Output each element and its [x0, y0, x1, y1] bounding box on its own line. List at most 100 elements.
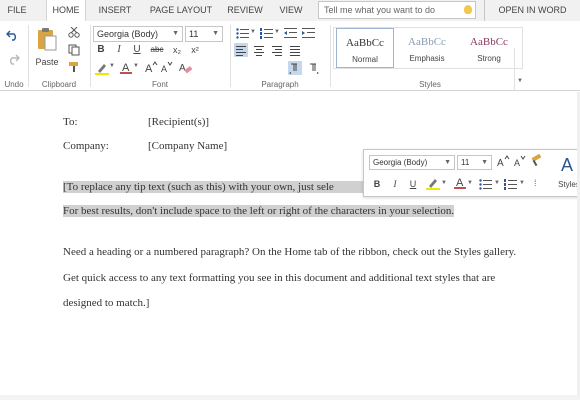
chevron-down-icon[interactable]: ▼: [519, 180, 525, 186]
company-placeholder[interactable]: [Company Name]: [148, 140, 227, 152]
mini-font-size-dropdown[interactable]: 11 ▼: [457, 155, 492, 170]
grow-font-icon[interactable]: A: [144, 61, 158, 75]
grow-font-icon[interactable]: A: [496, 155, 510, 169]
highlighter-icon[interactable]: [426, 178, 440, 190]
svg-text:A: A: [561, 155, 573, 175]
paste-icon[interactable]: [37, 27, 57, 51]
font-color-icon[interactable]: A: [453, 176, 467, 190]
styles-gallery: AaBbCc Normal AaBbCc Emphasis AaBbCc Str…: [333, 27, 523, 69]
open-in-word-button[interactable]: OPEN IN WORD: [484, 0, 580, 21]
tell-me-placeholder: Tell me what you want to do: [324, 5, 436, 15]
format-painter-icon[interactable]: [68, 61, 80, 73]
format-painter-icon[interactable]: [530, 154, 544, 168]
more-icon[interactable]: ⁞: [534, 178, 537, 188]
styles-group: AaBbCc Normal AaBbCc Emphasis AaBbCc Str…: [330, 21, 530, 91]
clipboard-group: Paste Clipboard: [28, 21, 90, 91]
superscript-button[interactable]: x²: [188, 43, 202, 57]
mini-font-size-value: 11: [461, 158, 470, 167]
style-name: Strong: [477, 54, 501, 63]
style-emphasis[interactable]: AaBbCc Emphasis: [398, 28, 456, 68]
font-group-label: Font: [151, 80, 168, 89]
recipient-placeholder[interactable]: [Recipient(s)]: [148, 116, 209, 128]
align-right-button[interactable]: [270, 43, 284, 57]
shrink-font-icon[interactable]: A: [513, 155, 527, 169]
status-strip: [0, 395, 580, 400]
body-text-line-3[interactable]: designed to match.]: [63, 297, 149, 309]
font-size-dropdown[interactable]: 11 ▼: [185, 26, 223, 42]
highlighter-icon[interactable]: [95, 63, 109, 75]
bullets-icon[interactable]: [236, 28, 250, 39]
body-text-line-2[interactable]: Get quick access to any text formatting …: [63, 272, 495, 284]
numbering-icon[interactable]: [504, 179, 518, 190]
tab-view[interactable]: VIEW: [273, 0, 309, 21]
decrease-indent-icon[interactable]: [284, 28, 298, 39]
chevron-down-icon[interactable]: ▼: [133, 63, 139, 69]
increase-indent-icon[interactable]: [302, 28, 316, 39]
tip-text-line-2[interactable]: For best results, don't include space to…: [63, 205, 455, 217]
tab-file[interactable]: FILE: [2, 0, 32, 21]
align-left-icon: [236, 46, 246, 56]
redo-icon[interactable]: [6, 53, 20, 65]
font-color-icon[interactable]: A: [119, 61, 133, 75]
font-name-dropdown[interactable]: Georgia (Body) ▼: [93, 26, 183, 42]
underline-button[interactable]: U: [130, 43, 144, 57]
subscript-button[interactable]: x₂: [170, 43, 184, 57]
numbering-icon[interactable]: [260, 28, 274, 39]
clear-formatting-icon[interactable]: A: [178, 61, 192, 75]
chevron-down-icon[interactable]: ▼: [467, 180, 473, 186]
right-to-left-icon: [310, 63, 319, 74]
style-sample: AaBbCc: [408, 36, 446, 48]
chevron-down-icon: ▼: [172, 30, 179, 37]
mini-bold-button[interactable]: B: [370, 177, 384, 191]
chevron-down-icon[interactable]: ▼: [441, 180, 447, 186]
style-strong[interactable]: AaBbCc Strong: [460, 28, 518, 68]
paste-button[interactable]: Paste: [32, 55, 62, 69]
tell-me-search[interactable]: Tell me what you want to do: [318, 1, 476, 19]
tab-home[interactable]: HOME: [46, 0, 86, 22]
rtl-button[interactable]: [306, 61, 320, 75]
style-sample: AaBbCc: [470, 36, 508, 48]
chevron-down-icon: ▼: [517, 78, 523, 84]
svg-text:A: A: [179, 63, 186, 74]
cut-icon[interactable]: [68, 27, 80, 38]
align-center-button[interactable]: [252, 43, 266, 57]
chevron-down-icon[interactable]: ▼: [250, 29, 256, 35]
lightbulb-icon: [464, 5, 472, 14]
mini-italic-button[interactable]: I: [388, 177, 402, 191]
justify-button[interactable]: [288, 43, 302, 57]
align-left-button[interactable]: [234, 43, 248, 57]
chevron-down-icon[interactable]: ▼: [109, 63, 115, 69]
company-label: Company:: [63, 140, 109, 152]
styles-scroll[interactable]: ▼: [514, 48, 524, 90]
mini-font-name-dropdown[interactable]: Georgia (Body) ▼: [369, 155, 455, 170]
svg-text:A: A: [497, 158, 504, 169]
mini-underline-button[interactable]: U: [406, 177, 420, 191]
svg-text:A: A: [514, 158, 520, 168]
chevron-down-icon[interactable]: ▼: [274, 29, 280, 35]
body-text-line-1[interactable]: Need a heading or a numbered paragraph? …: [63, 246, 516, 258]
document-page[interactable]: To: [Recipient(s)] Company: [Company Nam…: [0, 92, 580, 400]
chevron-down-icon[interactable]: ▼: [494, 180, 500, 186]
style-normal[interactable]: AaBbCc Normal: [336, 28, 394, 68]
bullets-icon[interactable]: [479, 179, 493, 190]
copy-icon[interactable]: [68, 44, 80, 56]
tip-text-line-1[interactable]: [To replace any tip text (such as this) …: [63, 181, 373, 193]
tab-page-layout[interactable]: PAGE LAYOUT: [146, 0, 216, 21]
style-sample: AaBbCc: [346, 37, 384, 49]
undo-group-label: Undo: [4, 80, 24, 89]
strikethrough-button[interactable]: abc: [148, 43, 166, 57]
tab-review[interactable]: REVIEW: [225, 0, 265, 21]
left-to-right-icon: [289, 63, 297, 74]
chevron-down-icon: ▼: [212, 30, 219, 37]
ribbon-tabs: FILE HOME INSERT PAGE LAYOUT REVIEW VIEW…: [0, 0, 580, 22]
ltr-button[interactable]: [288, 61, 302, 75]
align-right-icon: [272, 46, 282, 56]
undo-icon[interactable]: [6, 29, 20, 41]
styles-group-label: Styles: [419, 80, 441, 89]
tab-insert[interactable]: INSERT: [94, 0, 136, 21]
font-name-value: Georgia (Body): [97, 29, 159, 39]
svg-text:A: A: [145, 63, 153, 75]
bold-button[interactable]: B: [94, 43, 108, 57]
shrink-font-icon[interactable]: A: [160, 61, 174, 75]
italic-button[interactable]: I: [112, 43, 126, 57]
